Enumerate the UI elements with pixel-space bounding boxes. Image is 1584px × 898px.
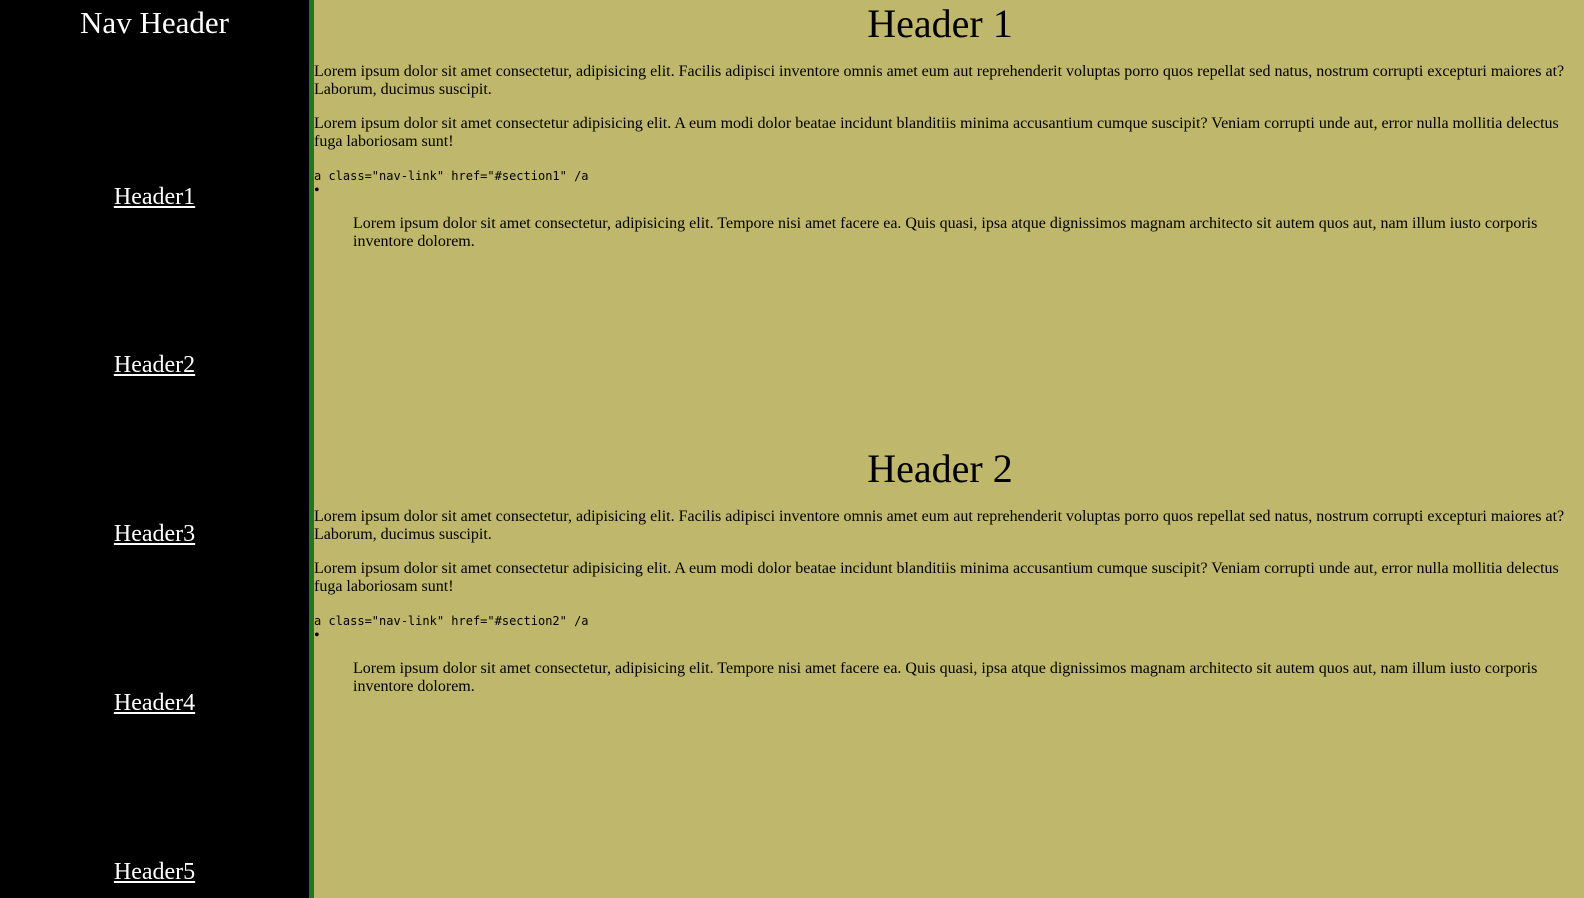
code-snippet: a class="nav-link" href="#section2" /a [314,614,589,628]
nav-header: Nav Header [80,5,229,40]
section-paragraph: Lorem ipsum dolor sit amet consectetur, … [314,63,1565,98]
bullet-marker: • [314,627,320,644]
nav-link-header5[interactable]: Header5 [0,858,309,886]
section-title: Header 2 [867,446,1013,491]
list-item-paragraph: Lorem ipsum dolor sit amet consectetur, … [353,215,1538,250]
section-header-2: Header 2 Lorem ipsum dolor sit amet cons… [314,445,1566,696]
nav-link-header2[interactable]: Header2 [0,351,309,379]
nav-link-header4[interactable]: Header4 [0,689,309,717]
section-header-1: Header 1 Lorem ipsum dolor sit amet cons… [314,0,1566,251]
main-content: Header 1 Lorem ipsum dolor sit amet cons… [314,0,1566,898]
section-paragraph: Lorem ipsum dolor sit amet consectetur a… [314,115,1559,150]
section-paragraph: Lorem ipsum dolor sit amet consectetur a… [314,560,1559,595]
nav-link-header3[interactable]: Header3 [0,520,309,548]
list-item-paragraph: Lorem ipsum dolor sit amet consectetur, … [353,660,1538,695]
section-paragraph: Lorem ipsum dolor sit amet consectetur, … [314,508,1565,543]
bullet-marker: • [314,182,320,199]
sidebar-nav: Nav Header Header1 Header2 Header3 Heade… [0,0,314,898]
nav-link-header1[interactable]: Header1 [0,183,309,211]
code-snippet: a class="nav-link" href="#section1" /a [314,169,589,183]
section-title: Header 1 [867,1,1013,46]
